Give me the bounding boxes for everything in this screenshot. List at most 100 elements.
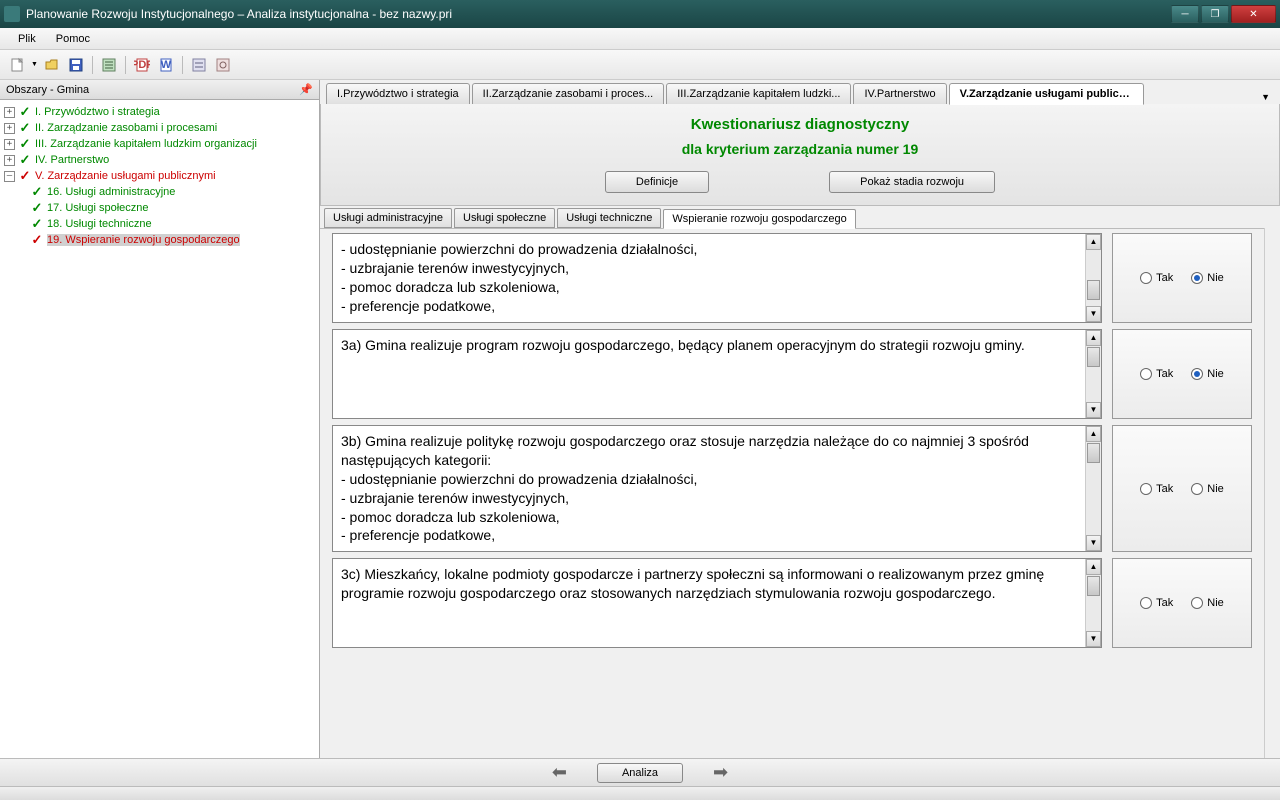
check-icon	[30, 185, 44, 199]
sub-tab[interactable]: Usługi społeczne	[454, 208, 555, 228]
tree-child-item[interactable]: 19. Wspieranie rozwoju gospodarczego	[2, 232, 317, 248]
scroll-down-icon[interactable]: ▼	[1086, 631, 1101, 647]
tree-child-item[interactable]: 16. Usługi administracyjne	[2, 184, 317, 200]
tree-child-item[interactable]: 17. Usługi społeczne	[2, 200, 317, 216]
radio-yes[interactable]: Tak	[1140, 483, 1173, 495]
minimize-button[interactable]: ─	[1171, 5, 1199, 23]
radio-icon	[1140, 483, 1152, 495]
sidebar-header: Obszary - Gmina 📌	[0, 80, 319, 100]
question-text[interactable]: 3b) Gmina realizuje politykę rozwoju gos…	[332, 425, 1102, 552]
tree-item[interactable]: + II. Zarządzanie zasobami i procesami	[2, 120, 317, 136]
answer-box: Tak Nie	[1112, 558, 1252, 648]
text-scrollbar[interactable]: ▲▼	[1085, 330, 1101, 418]
radio-icon	[1140, 368, 1152, 380]
radio-no[interactable]: Nie	[1191, 368, 1224, 380]
show-stages-button[interactable]: Pokaż stadia rozwoju	[829, 171, 995, 193]
scroll-up-icon[interactable]: ▲	[1086, 559, 1101, 575]
radio-icon	[1191, 272, 1203, 284]
tool-icon-1[interactable]	[188, 54, 210, 76]
menu-file[interactable]: Plik	[8, 30, 46, 48]
new-dropdown-icon[interactable]: ▼	[30, 54, 39, 76]
radio-no[interactable]: Nie	[1191, 272, 1224, 284]
pdf-icon[interactable]: PDF	[131, 54, 153, 76]
analyze-button[interactable]: Analiza	[597, 763, 683, 783]
radio-icon	[1140, 597, 1152, 609]
tree-toggle-icon[interactable]: –	[4, 171, 15, 182]
radio-no[interactable]: Nie	[1191, 597, 1224, 609]
tree-item[interactable]: + III. Zarządzanie kapitałem ludzkim orga…	[2, 136, 317, 152]
sub-tab[interactable]: Usługi administracyjne	[324, 208, 452, 228]
tree-item[interactable]: –V. Zarządzanie usługami publicznymi	[2, 168, 317, 184]
menu-help[interactable]: Pomoc	[46, 30, 100, 48]
tree-label: IV. Partnerstwo	[35, 154, 109, 166]
radio-yes[interactable]: Tak	[1140, 368, 1173, 380]
question-text[interactable]: 3c) Mieszkańcy, lokalne podmioty gospoda…	[332, 558, 1102, 648]
tree-label: III. Zarządzanie kapitałem ludzkim organ…	[35, 138, 257, 150]
tool-icon-2[interactable]	[212, 54, 234, 76]
tree-label: 18. Usługi techniczne	[47, 218, 152, 230]
scroll-up-icon[interactable]: ▲	[1086, 330, 1101, 346]
scroll-up-icon[interactable]: ▲	[1086, 426, 1101, 442]
new-icon[interactable]	[6, 54, 28, 76]
statusbar	[0, 786, 1280, 800]
question-text[interactable]: 3a) Gmina realizuje program rozwoju gosp…	[332, 329, 1102, 419]
check-icon	[18, 105, 32, 119]
tree-label: 16. Usługi administracyjne	[47, 186, 175, 198]
tree-label: II. Zarządzanie zasobami i procesami	[35, 122, 217, 134]
prev-arrow-icon[interactable]: ⬅	[552, 762, 567, 783]
doc-icon[interactable]: W	[155, 54, 177, 76]
close-button[interactable]: ✕	[1231, 5, 1276, 23]
tree-child-item[interactable]: 18. Usługi techniczne	[2, 216, 317, 232]
scroll-down-icon[interactable]: ▼	[1086, 535, 1101, 551]
tab-overflow-icon[interactable]: ▼	[1257, 90, 1274, 104]
sub-tab[interactable]: Usługi techniczne	[557, 208, 661, 228]
top-tab[interactable]: III.Zarządzanie kapitałem ludzki...	[666, 83, 851, 104]
save-icon[interactable]	[65, 54, 87, 76]
question-row: - udostępnianie powierzchni do prowadzen…	[332, 233, 1252, 323]
top-tab[interactable]: I.Przywództwo i strategia	[326, 83, 470, 104]
radio-label: Tak	[1156, 483, 1173, 495]
question-text[interactable]: - udostępnianie powierzchni do prowadzen…	[332, 233, 1102, 323]
scroll-down-icon[interactable]: ▼	[1086, 306, 1101, 322]
radio-label: Tak	[1156, 272, 1173, 284]
tree-toggle-icon[interactable]: +	[4, 139, 15, 150]
menubar: Plik Pomoc	[0, 28, 1280, 50]
check-icon	[30, 233, 44, 247]
text-scrollbar[interactable]: ▲▼	[1085, 426, 1101, 551]
tree-toggle-icon[interactable]: +	[4, 155, 15, 166]
toolbar: ▼ PDF W	[0, 50, 1280, 80]
top-tab[interactable]: V.Zarządzanie usługami publicz...	[949, 83, 1144, 105]
radio-yes[interactable]: Tak	[1140, 272, 1173, 284]
next-arrow-icon[interactable]: ➡	[713, 762, 728, 783]
radio-icon	[1191, 368, 1203, 380]
check-icon	[18, 137, 32, 151]
check-icon	[18, 153, 32, 167]
maximize-button[interactable]: ❐	[1201, 5, 1229, 23]
radio-no[interactable]: Nie	[1191, 483, 1224, 495]
definitions-button[interactable]: Definicje	[605, 171, 709, 193]
tree-toggle-icon[interactable]: +	[4, 107, 15, 118]
tree-toggle-icon[interactable]: +	[4, 123, 15, 134]
top-tab[interactable]: IV.Partnerstwo	[853, 83, 946, 104]
tree-item[interactable]: + IV. Partnerstwo	[2, 152, 317, 168]
page-subtitle: dla kryterium zarządzania numer 19	[333, 141, 1267, 157]
scroll-down-icon[interactable]: ▼	[1086, 402, 1101, 418]
scrollbar[interactable]	[1264, 228, 1280, 758]
scroll-up-icon[interactable]: ▲	[1086, 234, 1101, 250]
tree-label: I. Przywództwo i strategia	[35, 106, 160, 118]
check-icon	[30, 217, 44, 231]
tree-label: 19. Wspieranie rozwoju gospodarczego	[47, 234, 240, 246]
radio-yes[interactable]: Tak	[1140, 597, 1173, 609]
template-icon[interactable]	[98, 54, 120, 76]
top-tab[interactable]: II.Zarządzanie zasobami i proces...	[472, 83, 665, 104]
sub-tab[interactable]: Wspieranie rozwoju gospodarczego	[663, 209, 855, 229]
question-row: 3c) Mieszkańcy, lokalne podmioty gospoda…	[332, 558, 1252, 648]
pin-icon[interactable]: 📌	[299, 83, 313, 96]
answer-box: Tak Nie	[1112, 425, 1252, 552]
text-scrollbar[interactable]: ▲▼	[1085, 234, 1101, 322]
question-row: 3b) Gmina realizuje politykę rozwoju gos…	[332, 425, 1252, 552]
open-icon[interactable]	[41, 54, 63, 76]
tree-item[interactable]: + I. Przywództwo i strategia	[2, 104, 317, 120]
text-scrollbar[interactable]: ▲▼	[1085, 559, 1101, 647]
answer-box: Tak Nie	[1112, 233, 1252, 323]
